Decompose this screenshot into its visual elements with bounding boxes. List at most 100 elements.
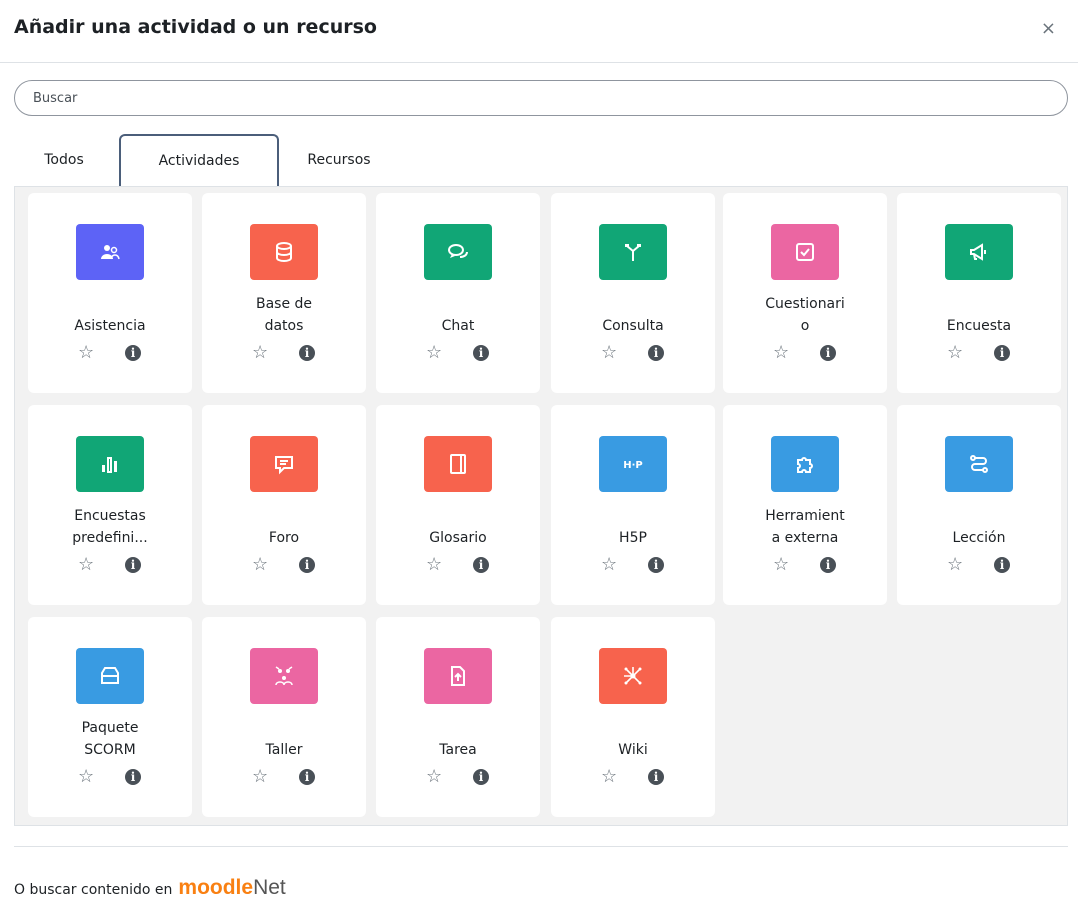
glossary-icon [424, 436, 492, 492]
info-icon[interactable]: i [125, 769, 141, 785]
activity-card-cuestionari-o[interactable]: Cuestionari o ☆ i [723, 193, 887, 393]
info-icon[interactable]: i [473, 557, 489, 573]
activity-name-wrap: Wiki [559, 709, 707, 761]
info-icon[interactable]: i [994, 557, 1010, 573]
activity-name-wrap: Herramient a externa [731, 497, 879, 549]
tab-actividades[interactable]: Actividades [119, 134, 279, 186]
info-icon[interactable]: i [648, 769, 664, 785]
activity-name: Consulta [602, 318, 664, 334]
info-icon[interactable]: i [648, 345, 664, 361]
info-icon[interactable]: i [125, 345, 141, 361]
tab-recursos[interactable]: Recursos [289, 134, 389, 186]
info-icon[interactable]: i [820, 345, 836, 361]
star-icon[interactable]: ☆ [78, 343, 94, 363]
activity-card-leccion[interactable]: Lección ☆ i [897, 405, 1061, 605]
footer: O buscar contenido en moodleNet [14, 876, 286, 900]
activity-card-h5p[interactable]: H·P H5P ☆ i [551, 405, 715, 605]
activity-name-wrap: Tarea [384, 709, 532, 761]
info-icon[interactable]: i [994, 345, 1010, 361]
activity-card-wiki[interactable]: Wiki ☆ i [551, 617, 715, 817]
activity-name: Glosario [429, 530, 487, 546]
info-icon[interactable]: i [473, 345, 489, 361]
activity-name-wrap: Consulta [559, 285, 707, 337]
star-icon[interactable]: ☆ [773, 343, 789, 363]
activity-card-taller[interactable]: Taller ☆ i [202, 617, 366, 817]
activity-name: Herramient a externa [765, 508, 845, 546]
activity-card-base-de-datos[interactable]: Base de datos ☆ i [202, 193, 366, 393]
activity-name-wrap: H5P [559, 497, 707, 549]
star-icon[interactable]: ☆ [78, 555, 94, 575]
info-icon[interactable]: i [473, 769, 489, 785]
star-icon[interactable]: ☆ [947, 343, 963, 363]
chat-icon [424, 224, 492, 280]
survey-icon [76, 436, 144, 492]
activity-name: Encuesta [946, 318, 1012, 334]
choice-icon [599, 224, 667, 280]
forum-icon [250, 436, 318, 492]
activity-name-wrap: Foro [210, 497, 358, 549]
search-input[interactable] [14, 80, 1068, 116]
activity-name-wrap: Cuestionari o [731, 285, 879, 337]
info-icon[interactable]: i [125, 557, 141, 573]
star-icon[interactable]: ☆ [947, 555, 963, 575]
info-icon[interactable]: i [299, 769, 315, 785]
feedback-icon [945, 224, 1013, 280]
info-icon[interactable]: i [820, 557, 836, 573]
activity-name: Lección [952, 530, 1006, 546]
modal-header: Añadir una actividad o un recurso × [0, 0, 1078, 63]
star-icon[interactable]: ☆ [252, 555, 268, 575]
activity-name: Cuestionari o [765, 296, 845, 334]
scorm-package-icon [76, 648, 144, 704]
activity-card-encuestas-predefini[interactable]: Encuestas predefini... ☆ i [28, 405, 192, 605]
moodlenet-link[interactable]: moodleNet [178, 876, 285, 900]
info-icon[interactable]: i [299, 345, 315, 361]
info-icon[interactable]: i [299, 557, 315, 573]
activity-name: Chat [441, 318, 475, 334]
close-button[interactable]: × [1041, 18, 1056, 39]
activity-card-chat[interactable]: Chat ☆ i [376, 193, 540, 393]
database-icon [250, 224, 318, 280]
activity-name-wrap: Taller [210, 709, 358, 761]
svg-text:H·P: H·P [623, 460, 643, 471]
activity-grid: Asistencia ☆ i Base de datos ☆ i Chat ☆ i Consult… [14, 186, 1068, 826]
star-icon[interactable]: ☆ [601, 343, 617, 363]
activity-name: Asistencia [74, 318, 146, 334]
assignment-icon [424, 648, 492, 704]
activity-name-wrap: Asistencia [36, 285, 184, 337]
star-icon[interactable]: ☆ [252, 343, 268, 363]
star-icon[interactable]: ☆ [426, 555, 442, 575]
info-icon[interactable]: i [648, 557, 664, 573]
workshop-icon [250, 648, 318, 704]
quiz-icon [771, 224, 839, 280]
activity-name: Encuestas predefini... [72, 508, 148, 546]
star-icon[interactable]: ☆ [773, 555, 789, 575]
activity-card-consulta[interactable]: Consulta ☆ i [551, 193, 715, 393]
star-icon[interactable]: ☆ [426, 767, 442, 787]
activity-name-wrap: Lección [905, 497, 1053, 549]
activity-name: Wiki [618, 742, 648, 758]
tab-todos[interactable]: Todos [24, 134, 104, 186]
star-icon[interactable]: ☆ [601, 555, 617, 575]
star-icon[interactable]: ☆ [601, 767, 617, 787]
activity-card-asistencia[interactable]: Asistencia ☆ i [28, 193, 192, 393]
activity-name: Paquete SCORM [81, 720, 139, 758]
activity-card-tarea[interactable]: Tarea ☆ i [376, 617, 540, 817]
moodle-logo-text: moodle [178, 876, 254, 899]
activity-card-encuesta[interactable]: Encuesta ☆ i [897, 193, 1061, 393]
activity-card-glosario[interactable]: Glosario ☆ i [376, 405, 540, 605]
star-icon[interactable]: ☆ [426, 343, 442, 363]
net-logo-text: Net [253, 876, 286, 899]
lesson-icon [945, 436, 1013, 492]
activity-name: Tarea [439, 742, 477, 758]
activity-card-foro[interactable]: Foro ☆ i [202, 405, 366, 605]
star-icon[interactable]: ☆ [78, 767, 94, 787]
modal-title: Añadir una actividad o un recurso [14, 16, 377, 38]
star-icon[interactable]: ☆ [252, 767, 268, 787]
puzzle-icon [771, 436, 839, 492]
activity-name: Taller [265, 742, 303, 758]
activity-card-herramient-a-externa[interactable]: Herramient a externa ☆ i [723, 405, 887, 605]
wiki-icon [599, 648, 667, 704]
activity-name-wrap: Encuestas predefini... [36, 497, 184, 549]
activity-card-paquete-scorm[interactable]: Paquete SCORM ☆ i [28, 617, 192, 817]
activity-name: H5P [619, 530, 647, 546]
